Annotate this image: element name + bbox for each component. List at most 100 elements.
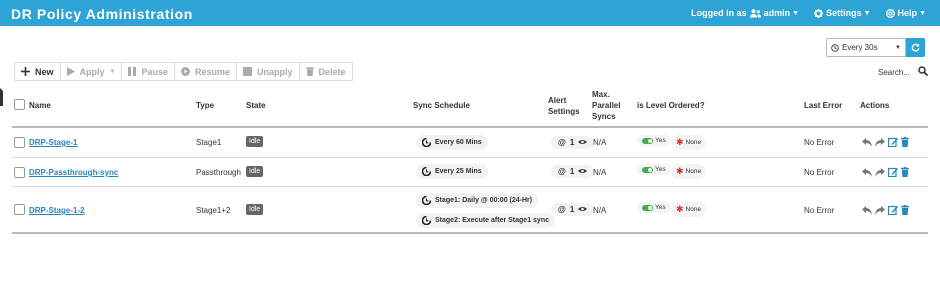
alert-count: 1 [569,167,575,176]
level-ordered-toggle[interactable]: Yes [637,164,671,175]
refresh-button[interactable] [906,38,925,57]
level-none-label: None [685,168,702,175]
level-ordered-toggle[interactable]: Yes [637,135,671,146]
schedule-text: Stage1: Daily @ 00:00 (24-Hr) [435,197,533,204]
col-max-parallel-line2: Parallel [592,101,621,110]
pause-button[interactable]: Pause [122,63,176,80]
search-label: Search... [878,67,911,77]
policy-name-link[interactable]: DRP-Stage-1 [29,138,77,147]
chevron-down-icon: ▼ [109,68,116,75]
policy-name-link[interactable]: DRP-Stage-1-2 [29,206,85,215]
edit-icon[interactable] [888,137,898,147]
trash-icon [305,67,314,76]
delete-label: Delete [318,66,346,77]
last-error: No Error [804,206,835,215]
schedule-text: Stage2: Execute after Stage1 sync [435,217,549,224]
row-actions [862,137,912,147]
unapply-button[interactable]: Unapply [237,63,300,80]
col-max-parallel-line1: Max. [592,90,610,99]
select-all-checkbox[interactable] [14,99,25,110]
plus-icon [21,67,30,76]
trash-icon[interactable] [901,137,909,147]
user-none-icon: ✱ [676,137,684,147]
col-sync-schedule[interactable]: Sync Schedule [413,100,470,111]
row-checkbox[interactable] [14,137,25,148]
pause-label: Pause [141,66,169,77]
alert-count: 1 [569,205,575,214]
chevron-down-icon: ▼ [792,9,800,17]
schedule-pill: Every 25 Mins [416,164,488,179]
toggle-on-icon [642,166,653,173]
table-row[interactable]: DRP-Stage-1-2 Stage1+2 Idle Stage1: Dail… [12,187,928,234]
settings-label: Settings [826,8,862,18]
search-area[interactable]: Search... [878,66,929,78]
edit-icon[interactable] [888,205,898,215]
level-none: ✱ None [671,135,707,150]
edit-icon[interactable] [888,167,898,177]
settings-menu[interactable]: Settings ▼ [811,8,871,18]
max-parallel-syncs: N/A [593,138,607,147]
level-ordered-toggle[interactable]: Yes [637,202,671,213]
play-circle-icon [181,67,191,76]
last-error: No Error [804,168,835,177]
col-last-error[interactable]: Last Error [804,100,842,111]
alert-settings[interactable]: @ 1 [551,165,595,178]
col-max-parallel[interactable]: Max. Parallel Syncs [592,89,620,122]
table-row[interactable]: DRP-Passthrough-sync Passthrough Idle Ev… [12,158,928,187]
refresh-interval-value: Every 30s [842,43,878,52]
delete-button[interactable]: Delete [300,63,352,80]
apply-button[interactable]: Apply ▼ [61,63,123,80]
alert-settings[interactable]: @ 1 [551,203,595,216]
level-ordered-yes: Yes [655,137,666,144]
search-icon[interactable] [918,66,929,78]
user-none-icon: ✱ [676,204,684,214]
username: admin [763,8,791,18]
action-toolbar: New Apply ▼ Pause Resume Unapply Delete [14,62,353,81]
user-menu[interactable]: Logged in as admin ▼ [691,8,799,18]
redo-icon[interactable] [875,167,885,177]
col-actions: Actions [860,101,890,110]
chevron-down-icon: ▼ [919,9,926,17]
refresh-icon [911,43,920,52]
eye-icon [578,167,588,176]
clock-icon [831,43,839,52]
schedule-icon [422,138,431,147]
col-alert-settings-line1: Alert [548,96,567,105]
trash-icon[interactable] [901,205,909,215]
user-none-icon: ✱ [676,166,684,176]
policy-name-link[interactable]: DRP-Passthrough-sync [29,168,118,177]
row-checkbox[interactable] [14,167,25,178]
last-error: No Error [804,138,835,147]
schedule-pill: Every 60 Mins [416,135,488,150]
at-icon: @ [558,167,566,176]
schedule-pill: Stage2: Execute after Stage1 sync [416,213,555,228]
col-level-ordered[interactable]: is Level Ordered? [637,100,705,111]
apply-label: Apply [79,66,105,77]
table-row[interactable]: DRP-Stage-1 Stage1 Idle Every 60 Mins @ … [12,128,928,158]
col-name[interactable]: Name [29,100,51,111]
play-icon [66,67,75,76]
trash-icon[interactable] [901,167,909,177]
help-icon [885,8,895,18]
help-label: Help [897,8,918,18]
undo-icon[interactable] [862,137,872,147]
redo-icon[interactable] [875,137,885,147]
undo-icon[interactable] [862,205,872,215]
resume-button[interactable]: Resume [175,63,238,80]
col-max-parallel-line3: Syncs [592,112,616,121]
resume-label: Resume [195,66,231,77]
alert-settings[interactable]: @ 1 [551,136,595,149]
redo-icon[interactable] [875,205,885,215]
row-checkbox[interactable] [14,204,25,215]
sidebar-collapse-handle[interactable] [0,88,5,106]
help-menu[interactable]: Help ▼ [883,8,926,18]
new-button[interactable]: New [15,63,61,80]
col-alert-settings[interactable]: Alert Settings [548,95,580,117]
row-actions [862,205,912,215]
col-state[interactable]: State [246,100,266,111]
col-type[interactable]: Type [196,100,214,111]
row-actions [862,167,912,177]
undo-icon[interactable] [862,167,872,177]
schedule-icon [422,167,431,176]
refresh-interval-select[interactable]: Every 30s ▼ [826,38,906,57]
